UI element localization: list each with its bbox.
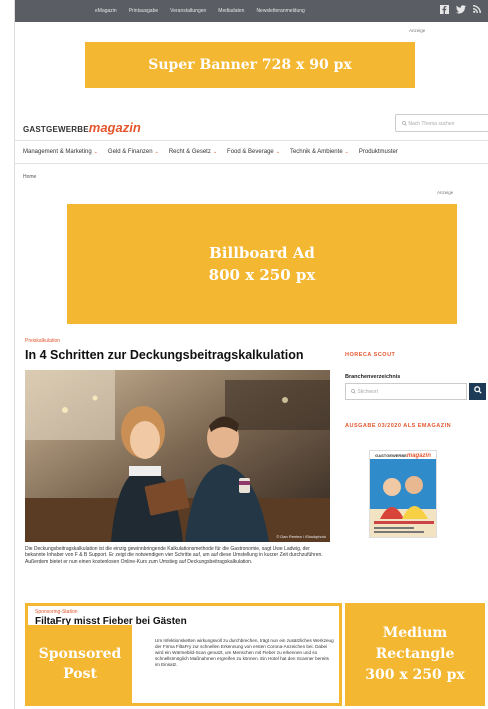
page-frame: eMagazin Printausgabe Veranstaltungen Me… <box>14 0 488 709</box>
medium-rectangle-ad[interactable]: Medium Rectangle 300 x 250 px <box>345 603 485 706</box>
article-title[interactable]: In 4 Schritten zur Deckungsbeitragskalku… <box>25 348 304 362</box>
sidebar-heading-horeca: HORECA SCOUT <box>345 352 396 358</box>
billboard-ad[interactable]: Billboard Ad 800 x 250 px <box>67 204 457 324</box>
logo-prefix: GASTGEWERBE <box>23 125 89 134</box>
search-icon <box>473 386 482 394</box>
header-search-input[interactable]: Nach Thema suchen <box>395 114 488 132</box>
directory-search-button[interactable] <box>469 383 486 400</box>
main-nav: Management & Marketing ⌄ Geld & Finanzen ⌄… <box>15 140 488 164</box>
chevron-down-icon: ⌄ <box>344 149 349 155</box>
sponsored-kicker: Sponsoring-Station <box>35 609 78 615</box>
directory-search-input[interactable]: Stichwort <box>345 383 467 400</box>
chevron-down-icon: ⌄ <box>93 149 98 155</box>
top-nav-link-veranstaltungen[interactable]: Veranstaltungen <box>170 8 206 14</box>
cafe-photo-illustration <box>25 370 330 542</box>
rss-icon[interactable] <box>473 5 481 17</box>
nav-label: Technik & Ambiente <box>289 149 343 155</box>
nav-label: Produktmuster <box>358 149 398 155</box>
top-nav-link-emagazin[interactable]: eMagazin <box>95 8 117 14</box>
nav-label: Recht & Gesetz <box>168 149 211 155</box>
top-nav-link-mediadaten[interactable]: Mediadaten <box>218 8 244 14</box>
twitter-icon[interactable] <box>456 5 466 17</box>
medium-rect-label-line1: Medium <box>382 625 448 641</box>
article-kicker[interactable]: Preiskalkulation <box>25 338 60 344</box>
nav-item-recht[interactable]: Recht & Gesetz ⌄ <box>169 149 217 155</box>
directory-search-placeholder: Stichwort <box>357 389 378 395</box>
nav-label: Management & Marketing <box>23 149 92 155</box>
logo-magazin: magazin <box>88 120 141 135</box>
nav-item-finanzen[interactable]: Geld & Finanzen ⌄ <box>108 149 159 155</box>
chevron-down-icon: ⌄ <box>275 149 280 155</box>
ad-label: Anzeige <box>409 28 426 33</box>
nav-item-technik[interactable]: Technik & Ambiente ⌄ <box>290 149 349 155</box>
cover-image <box>370 459 436 537</box>
chevron-down-icon: ⌄ <box>212 149 218 155</box>
top-utility-bar: eMagazin Printausgabe Veranstaltungen Me… <box>15 0 488 22</box>
sidebar-heading-ausgabe: AUSGABE 03/2020 ALS EMAGAZIN <box>345 423 452 429</box>
chevron-down-icon: ⌄ <box>154 149 159 155</box>
top-nav: eMagazin Printausgabe Veranstaltungen Me… <box>95 8 305 14</box>
nav-item-management[interactable]: Management & Marketing ⌄ <box>23 149 98 155</box>
nav-item-food[interactable]: Food & Beverage ⌄ <box>227 149 280 155</box>
breadcrumb[interactable]: Home <box>23 174 36 180</box>
article-photo[interactable]: © Dan Rentea / iStockphoto <box>25 370 330 542</box>
search-placeholder: Nach Thema suchen <box>408 121 455 127</box>
social-icons <box>440 5 481 17</box>
sponsored-label-line2: Post <box>63 666 97 682</box>
nav-item-produktmuster[interactable]: Produktmuster <box>359 149 398 155</box>
top-nav-link-printausgabe[interactable]: Printausgabe <box>129 8 158 14</box>
cover-prefix: GASTGEWERBE <box>375 453 407 458</box>
article-lead: Die Deckungsbeitragskalkulation ist die … <box>25 546 323 565</box>
ad-label: Anzeige <box>437 190 454 195</box>
sidebar-subheading: Branchenverzeichnis <box>345 374 401 380</box>
sponsored-label-line1: Sponsored <box>38 646 122 662</box>
top-nav-link-newsletter[interactable]: Newsletteranmeldung <box>256 8 304 14</box>
super-banner-label: Super Banner 728 x 90 px <box>148 57 352 73</box>
sponsored-text: Um Infektionsketten wirkungsvoll zu durc… <box>155 638 334 667</box>
site-logo[interactable]: GASTGEWERBEmagazin <box>23 120 141 135</box>
medium-rect-label-line3: 300 x 250 px <box>365 667 465 683</box>
facebook-icon[interactable] <box>440 5 449 17</box>
nav-label: Geld & Finanzen <box>107 149 153 155</box>
super-banner-ad[interactable]: Super Banner 728 x 90 px <box>85 42 415 88</box>
sponsored-post-ad[interactable]: Sponsored Post <box>28 625 132 703</box>
photo-credit: © Dan Rentea / iStockphoto <box>276 534 326 539</box>
billboard-label-line2: 800 x 250 px <box>208 266 316 284</box>
sidebar: HORECA SCOUT Branchenverzeichnis Stichwo… <box>345 340 488 590</box>
magazine-cover[interactable]: GASTGEWERBEmagazin <box>369 450 437 538</box>
billboard-label-line1: Billboard Ad <box>209 244 315 262</box>
nav-label: Food & Beverage <box>227 149 274 155</box>
medium-rect-label-line2: Rectangle <box>375 646 455 662</box>
